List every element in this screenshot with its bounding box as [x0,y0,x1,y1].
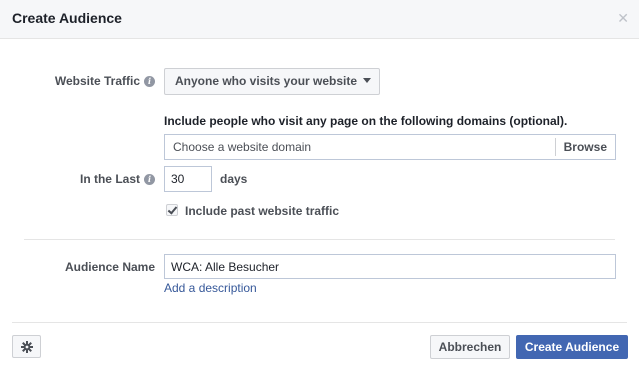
audience-name-input[interactable] [164,254,616,279]
audience-name-label: Audience Name [64,260,155,274]
website-traffic-label-row: Website Traffic i [55,74,155,88]
dialog-header: Create Audience ✕ [0,0,639,39]
website-traffic-dropdown[interactable]: Anyone who visits your website [164,68,380,95]
info-icon[interactable]: i [144,174,155,185]
days-input[interactable] [164,166,212,192]
include-past-label[interactable]: Include past website traffic [185,204,339,218]
checkmark-icon [167,204,178,215]
include-past-checkbox[interactable] [166,204,178,216]
gear-icon [21,341,33,353]
create-audience-button[interactable]: Create Audience [516,335,628,359]
add-description-link[interactable]: Add a description [164,281,257,295]
domain-field: Browse [164,134,616,160]
caret-down-icon [363,78,372,83]
cancel-button[interactable]: Abbrechen [430,335,510,359]
days-label: days [220,172,248,186]
browse-button[interactable]: Browse [554,138,615,156]
in-the-last-label-row: In the Last i [80,172,155,186]
info-icon[interactable]: i [144,76,155,87]
close-icon[interactable]: ✕ [617,11,629,25]
website-traffic-selected: Anyone who visits your website [175,74,358,88]
settings-button[interactable] [12,335,41,358]
dialog-title: Create Audience [12,10,122,26]
footer-divider [12,322,627,323]
include-domains-text: Include people who visit any page on the… [164,114,568,128]
divider [24,239,615,240]
website-traffic-label: Website Traffic [54,74,140,88]
domain-input[interactable] [165,135,563,159]
in-the-last-label: In the Last [79,172,140,186]
